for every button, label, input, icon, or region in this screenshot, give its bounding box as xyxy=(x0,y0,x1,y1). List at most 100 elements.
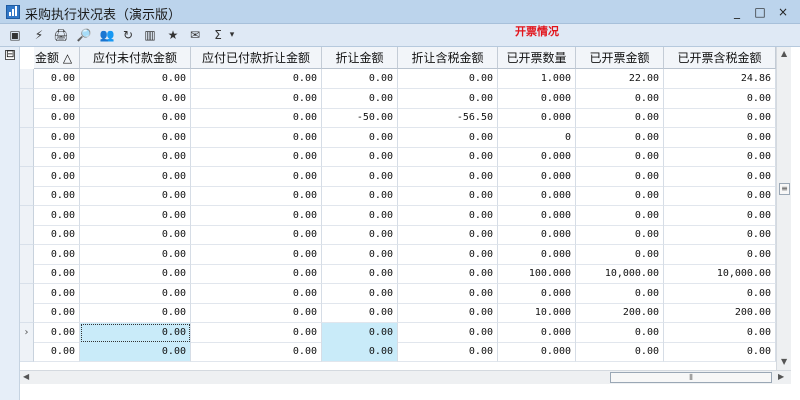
cell-amount[interactable]: 0.00 xyxy=(34,244,80,265)
row-indicator[interactable] xyxy=(20,88,34,109)
scroll-right-icon[interactable]: ▶ xyxy=(778,372,784,381)
cell-unpaid[interactable]: 0.00 xyxy=(80,283,191,304)
col-header-invoiced-tax-amount[interactable]: 已开票含税金额 xyxy=(664,47,776,69)
cell-unpaid[interactable]: 0.00 xyxy=(80,322,191,343)
row-indicator[interactable] xyxy=(20,205,34,226)
cell-amount[interactable]: 0.00 xyxy=(34,127,80,148)
cell-invoiced-tax-amount[interactable]: 0.00 xyxy=(664,322,776,343)
cell-amount[interactable]: 0.00 xyxy=(34,88,80,109)
cell-invoiced-qty[interactable]: 0.000 xyxy=(498,283,576,304)
horizontal-scroll-thumb[interactable]: ⦀ xyxy=(610,372,772,383)
cell-invoiced-amount[interactable]: 0.00 xyxy=(576,127,664,148)
cell-discount[interactable]: 0.00 xyxy=(322,88,398,109)
cell-unpaid[interactable]: 0.00 xyxy=(80,88,191,109)
cell-amount[interactable]: 0.00 xyxy=(34,205,80,226)
col-header-unpaid[interactable]: 应付未付款金额 xyxy=(80,47,191,69)
cell-invoiced-amount[interactable]: 0.00 xyxy=(576,322,664,343)
cell-unpaid[interactable]: 0.00 xyxy=(80,108,191,128)
col-header-amount[interactable]: 金额 △ xyxy=(34,47,80,69)
cell-invoiced-amount[interactable]: 0.00 xyxy=(576,88,664,109)
vertical-scrollbar[interactable]: ▲ ≡ ▼ xyxy=(776,47,791,370)
cell-paid-discount[interactable]: 0.00 xyxy=(191,166,322,187)
cell-paid-discount[interactable]: 0.00 xyxy=(191,342,322,362)
cell-invoiced-qty[interactable]: 0.000 xyxy=(498,225,576,245)
preview-icon[interactable]: 🔎 xyxy=(76,27,92,43)
maximize-button[interactable]: □ xyxy=(752,4,768,20)
row-indicator[interactable] xyxy=(20,244,34,265)
cell-discount-tax[interactable]: 0.00 xyxy=(398,186,498,206)
cell-discount[interactable]: 0.00 xyxy=(322,127,398,148)
cell-discount[interactable]: 0.00 xyxy=(322,264,398,284)
col-header-invoiced-amount[interactable]: 已开票金额 xyxy=(576,47,664,69)
scroll-down-icon[interactable]: ▼ xyxy=(781,357,787,366)
cell-discount-tax[interactable]: 0.00 xyxy=(398,264,498,284)
print-icon[interactable]: 🖨 xyxy=(53,27,69,43)
cell-invoiced-amount[interactable]: 0.00 xyxy=(576,283,664,304)
cell-amount[interactable]: 0.00 xyxy=(34,322,80,343)
cell-amount[interactable]: 0.00 xyxy=(34,225,80,245)
cell-invoiced-tax-amount[interactable]: 0.00 xyxy=(664,205,776,226)
cell-discount-tax[interactable]: -56.50 xyxy=(398,108,498,128)
cell-paid-discount[interactable]: 0.00 xyxy=(191,244,322,265)
row-indicator[interactable] xyxy=(20,147,34,167)
vertical-scroll-thumb[interactable]: ≡ xyxy=(779,183,790,195)
mail-icon[interactable]: ✉ xyxy=(187,27,203,43)
cell-amount[interactable]: 0.00 xyxy=(34,147,80,167)
cell-paid-discount[interactable]: 0.00 xyxy=(191,147,322,167)
cell-unpaid[interactable]: 0.00 xyxy=(80,186,191,206)
row-indicator[interactable] xyxy=(20,264,34,284)
cell-discount-tax[interactable]: 0.00 xyxy=(398,69,498,89)
cell-amount[interactable]: 0.00 xyxy=(34,283,80,304)
cell-discount[interactable]: 0.00 xyxy=(322,244,398,265)
find-icon[interactable]: 👥 xyxy=(99,27,115,43)
cell-discount-tax[interactable]: 0.00 xyxy=(398,88,498,109)
cell-amount[interactable]: 0.00 xyxy=(34,303,80,323)
cell-discount[interactable]: 0.00 xyxy=(322,342,398,362)
row-indicator[interactable] xyxy=(20,166,34,187)
cell-discount-tax[interactable]: 0.00 xyxy=(398,147,498,167)
scroll-up-icon[interactable]: ▲ xyxy=(781,49,787,58)
cell-unpaid[interactable]: 0.00 xyxy=(80,166,191,187)
cell-paid-discount[interactable]: 0.00 xyxy=(191,186,322,206)
cell-unpaid[interactable]: 0.00 xyxy=(80,244,191,265)
cell-discount-tax[interactable]: 0.00 xyxy=(398,303,498,323)
cell-invoiced-tax-amount[interactable]: 200.00 xyxy=(664,303,776,323)
cell-discount[interactable]: 0.00 xyxy=(322,225,398,245)
cell-unpaid[interactable]: 0.00 xyxy=(80,147,191,167)
cell-discount[interactable]: 0.00 xyxy=(322,322,398,343)
cell-discount[interactable]: 0.00 xyxy=(322,166,398,187)
column-icon[interactable]: ▥ xyxy=(142,27,158,43)
cell-invoiced-amount[interactable]: 0.00 xyxy=(576,186,664,206)
cell-invoiced-qty[interactable]: 0.000 xyxy=(498,166,576,187)
cell-unpaid[interactable]: 0.00 xyxy=(80,225,191,245)
cell-invoiced-amount[interactable]: 22.00 xyxy=(576,69,664,89)
cell-invoiced-qty[interactable]: 0.000 xyxy=(498,147,576,167)
cell-unpaid[interactable]: 0.00 xyxy=(80,205,191,226)
row-indicator[interactable] xyxy=(20,69,34,89)
cell-invoiced-tax-amount[interactable]: 0.00 xyxy=(664,147,776,167)
collapse-icon[interactable]: ⊟ xyxy=(5,50,15,60)
cell-discount-tax[interactable]: 0.00 xyxy=(398,205,498,226)
col-header-discount[interactable]: 折让金额 xyxy=(322,47,398,69)
cell-invoiced-qty[interactable]: 0.000 xyxy=(498,108,576,128)
cell-paid-discount[interactable]: 0.00 xyxy=(191,69,322,89)
cell-invoiced-tax-amount[interactable]: 0.00 xyxy=(664,283,776,304)
cell-invoiced-qty[interactable]: 1.000 xyxy=(498,69,576,89)
close-button[interactable]: × xyxy=(775,4,791,20)
cell-invoiced-qty[interactable]: 10.000 xyxy=(498,303,576,323)
sum-icon[interactable]: Σ xyxy=(210,27,226,43)
cell-paid-discount[interactable]: 0.00 xyxy=(191,264,322,284)
row-indicator[interactable] xyxy=(20,225,34,245)
cell-unpaid[interactable]: 0.00 xyxy=(80,69,191,89)
cell-amount[interactable]: 0.00 xyxy=(34,108,80,128)
cell-invoiced-qty[interactable]: 0.000 xyxy=(498,88,576,109)
cell-invoiced-tax-amount[interactable]: 0.00 xyxy=(664,186,776,206)
row-indicator[interactable] xyxy=(20,342,34,362)
cell-discount[interactable]: -50.00 xyxy=(322,108,398,128)
cell-invoiced-qty[interactable]: 0.000 xyxy=(498,342,576,362)
cell-unpaid[interactable]: 0.00 xyxy=(80,303,191,323)
cell-unpaid[interactable]: 0.00 xyxy=(80,264,191,284)
cell-invoiced-amount[interactable]: 0.00 xyxy=(576,244,664,265)
cell-paid-discount[interactable]: 0.00 xyxy=(191,283,322,304)
cell-paid-discount[interactable]: 0.00 xyxy=(191,88,322,109)
